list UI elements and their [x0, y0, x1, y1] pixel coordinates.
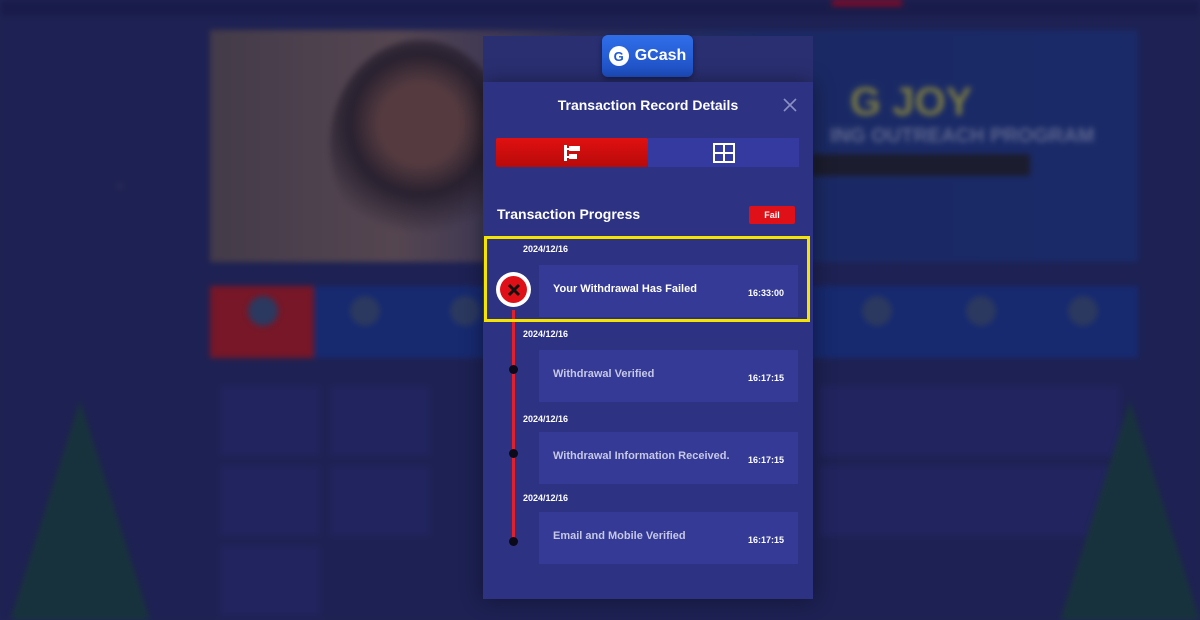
step-label: Your Withdrawal Has Failed: [553, 283, 697, 295]
timeline-dot: [509, 365, 518, 374]
view-toggle: [496, 138, 799, 167]
step-card-failed: Your Withdrawal Has Failed 16:33:00: [539, 265, 798, 317]
step-card: Withdrawal Information Received. 16:17:1…: [539, 432, 798, 484]
failed-status-icon: [496, 272, 531, 307]
step-time: 16:17:15: [747, 455, 784, 465]
transaction-record-modal: Transaction Record Details Transaction P…: [483, 82, 813, 599]
step-label: Withdrawal Verified: [553, 368, 655, 380]
gcash-logo-text: GCash: [634, 47, 687, 64]
grid-table-icon: [712, 142, 735, 163]
status-badge: Fail: [749, 206, 795, 224]
step-card: Email and Mobile Verified 16:17:15: [539, 512, 798, 564]
step-time: 16:17:15: [747, 535, 784, 545]
step-card: Withdrawal Verified 16:17:15: [539, 350, 798, 402]
timeline-icon: [564, 144, 580, 161]
step-label: Withdrawal Information Received.: [553, 450, 730, 462]
gcash-logo-icon: G: [608, 46, 629, 66]
timeline-dot: [509, 449, 518, 458]
close-icon[interactable]: [781, 96, 799, 114]
step-time: 16:17:15: [747, 373, 784, 383]
step-date: 2024/12/16: [523, 414, 569, 424]
step-label: Email and Mobile Verified: [553, 530, 686, 542]
step-date: 2024/12/16: [523, 244, 569, 254]
table-tab[interactable]: [648, 138, 799, 167]
section-title: Transaction Progress: [497, 206, 641, 222]
step-date: 2024/12/16: [523, 493, 569, 503]
timeline-line: [512, 310, 515, 542]
timeline-dot: [509, 537, 518, 546]
step-date: 2024/12/16: [523, 329, 569, 339]
modal-title: Transaction Record Details: [557, 97, 739, 113]
gcash-logo: G GCash: [602, 35, 693, 77]
step-time: 16:33:00: [747, 288, 784, 298]
progress-tab[interactable]: [496, 138, 648, 167]
